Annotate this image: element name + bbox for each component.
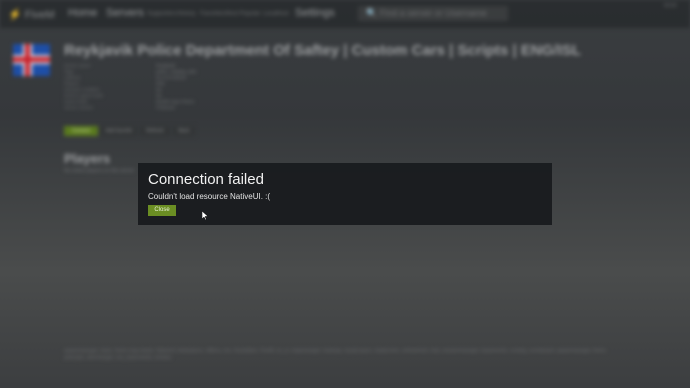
info-key: Server version [64,105,94,110]
info-key: Players [64,81,80,86]
mouse-cursor-icon [202,211,209,220]
info-value: police, roleplay, jobs [156,69,197,74]
close-button[interactable]: Close [148,205,176,216]
nav-favorites[interactable]: Favorites [200,11,225,17]
info-value: b2189 Cayo Perico [156,99,195,104]
info-key: Server owner [64,63,91,68]
info-value: 81.0.0.0:30120 [156,75,187,80]
info-value: Reykjavik [156,63,176,68]
info-value: FXServer [156,105,176,110]
clock: 00:00 [664,3,677,9]
top-navbar: ⚡ FiveM Home Servers Supporters History … [0,0,690,28]
nav-home[interactable]: Home [68,7,97,19]
info-key: Onesync enabled [64,87,100,92]
info-key: Enforce game build [64,93,103,98]
nav-localhost[interactable]: Localhost [263,11,289,17]
info-value: 0/32 [156,81,165,86]
add-favorite-button[interactable]: Add favorite [101,126,137,136]
nav-servers[interactable]: Servers [106,7,144,19]
server-title: Reykjavik Police Department Of Saftey | … [64,42,581,59]
server-search-input[interactable]: 🔍 Find a server or Username [358,6,508,21]
dialog-title: Connection failed [148,171,264,188]
nav-most-popular[interactable]: Most Popular [225,11,260,17]
app-logo[interactable]: ⚡ FiveM [8,8,55,21]
players-empty-text: No online players on this server. [64,168,136,174]
connection-failed-dialog: Connection failed Couldn't load resource… [138,163,552,225]
dialog-message: Couldn't load resource NativeUI. :( [148,192,271,201]
connect-button[interactable]: Connect [64,126,98,136]
iceland-flag-icon [13,44,50,76]
info-value: No [156,87,162,92]
info-key: Address [64,75,81,80]
players-heading: Players [64,151,111,166]
refresh-button[interactable]: Refresh [140,126,170,136]
back-button[interactable]: Back [173,126,195,136]
resources-list: spawnmanager, basic, fivem-map-skater, N… [64,348,607,361]
info-key: Tags [64,69,74,74]
nav-history[interactable]: History [177,11,196,17]
info-key: Game build [64,99,88,104]
search-placeholder: 🔍 Find a server or Username [366,8,487,18]
info-row: Server version FXServer [64,105,264,111]
nav-supporters[interactable]: Supporters [147,11,176,17]
info-value: No [156,93,162,98]
nav-settings[interactable]: Settings [295,7,335,19]
